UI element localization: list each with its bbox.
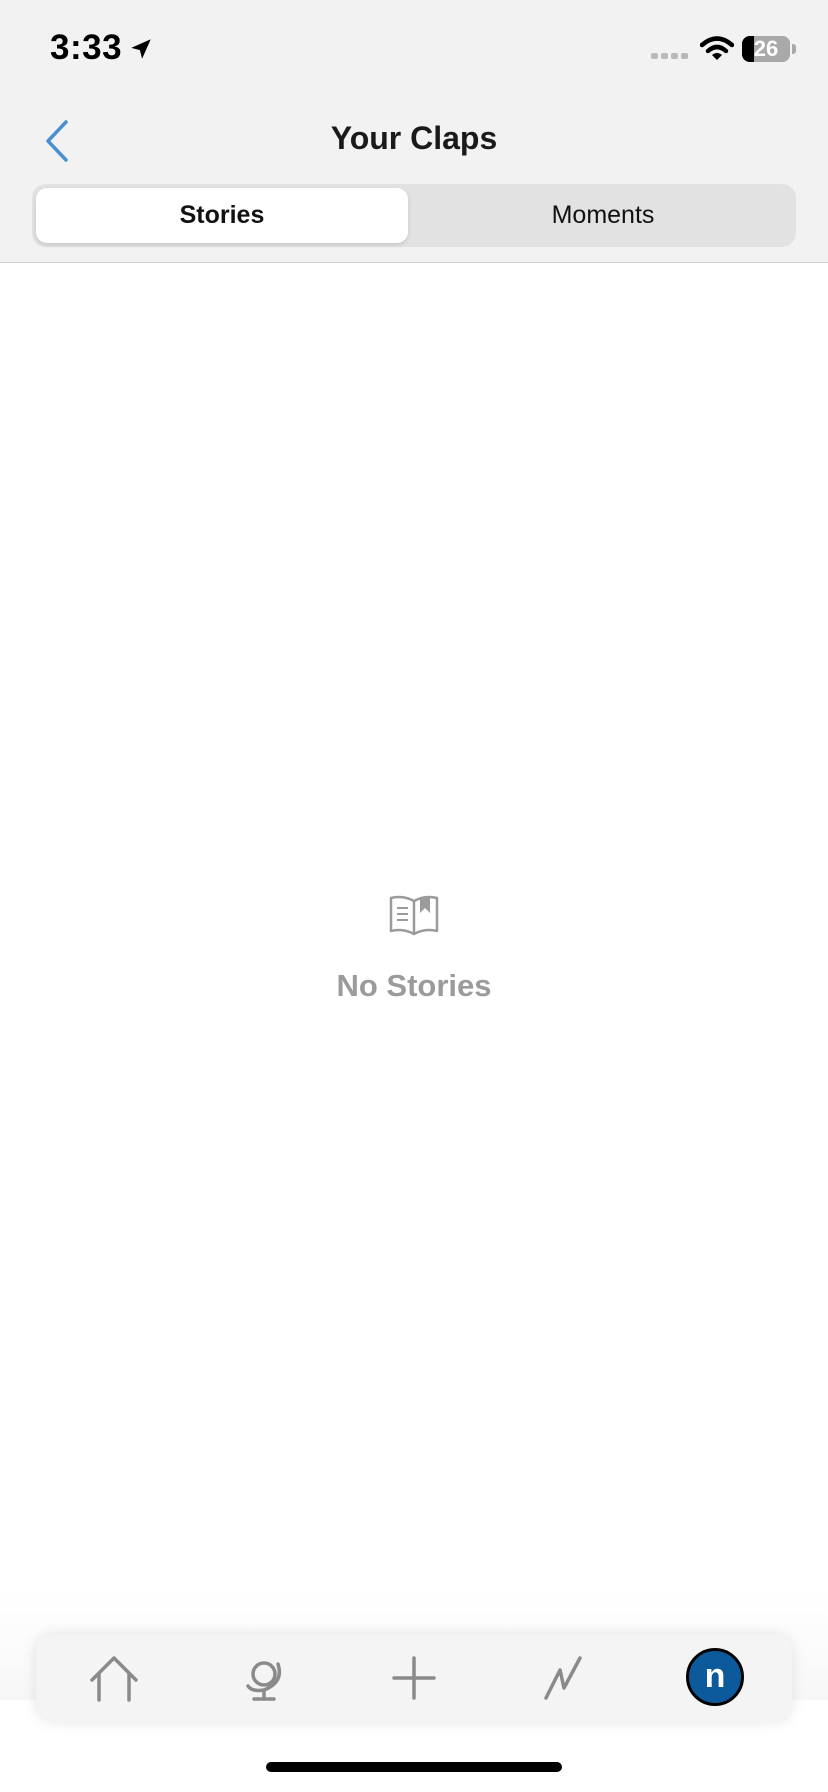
tab-create[interactable] xyxy=(384,1648,444,1708)
battery-tip xyxy=(792,44,796,54)
open-book-icon xyxy=(389,895,439,936)
segmented-control: Stories Moments xyxy=(32,184,796,247)
battery-percent: 26 xyxy=(753,36,779,61)
tab-explore[interactable] xyxy=(234,1648,294,1708)
page-title: Your Claps xyxy=(330,120,498,156)
status-time: 3:33 xyxy=(50,28,123,67)
globe-icon xyxy=(246,1661,282,1701)
tab-activity[interactable] xyxy=(534,1648,594,1708)
location-arrow-icon xyxy=(131,39,151,59)
activity-icon xyxy=(544,1656,582,1700)
tab-stories[interactable]: Stories xyxy=(36,188,408,243)
cellular-signal-icon xyxy=(651,53,688,59)
tab-home[interactable] xyxy=(84,1648,144,1708)
plus-icon xyxy=(392,1656,436,1700)
empty-state-text: No Stories xyxy=(336,968,492,1003)
home-indicator xyxy=(266,1762,562,1772)
profile-avatar[interactable]: n xyxy=(686,1648,744,1706)
tab-bar: n xyxy=(36,1634,792,1722)
battery-indicator: 26 xyxy=(742,36,790,62)
home-icon xyxy=(90,1656,138,1702)
header-area: 3:33 26 Your Claps Stories Moments xyxy=(0,0,828,263)
wifi-icon xyxy=(700,36,734,60)
tab-moments[interactable]: Moments xyxy=(414,188,792,243)
